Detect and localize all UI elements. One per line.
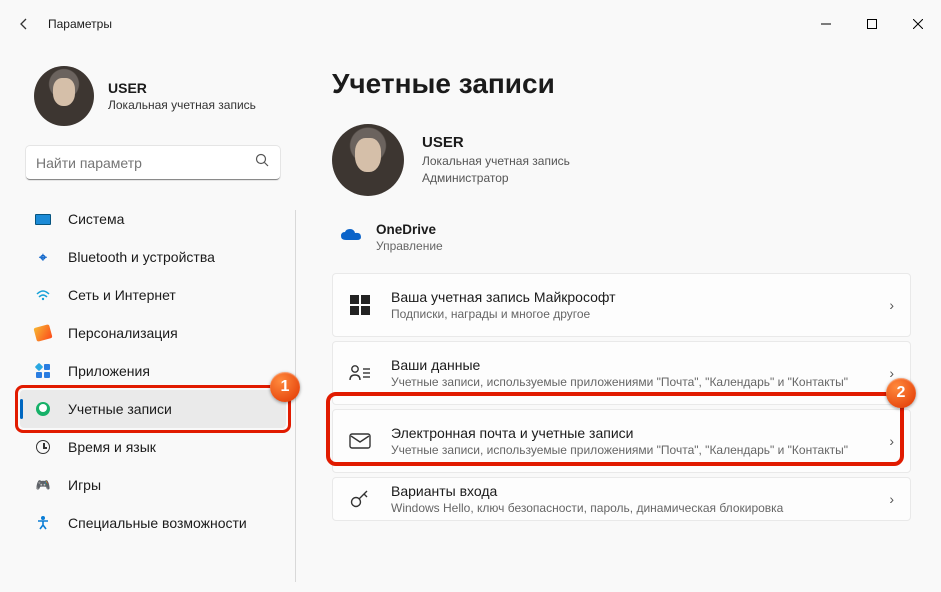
card-your-info[interactable]: Ваши данные Учетные записи, используемые… (332, 341, 911, 405)
back-button[interactable] (0, 17, 48, 31)
search-input[interactable] (26, 146, 280, 180)
avatar (34, 66, 94, 126)
main-content: Учетные записи USER Локальная учетная за… (300, 48, 941, 592)
card-subtitle: Windows Hello, ключ безопасности, пароль… (391, 501, 871, 515)
sidebar-item-gaming[interactable]: 🎮 Игры (20, 466, 286, 504)
onedrive-icon (340, 228, 360, 247)
sidebar-item-label: Специальные возможности (68, 515, 247, 531)
search-icon (255, 153, 270, 173)
system-icon (34, 214, 52, 225)
window-title: Параметры (48, 17, 112, 31)
page-title: Учетные записи (332, 68, 911, 100)
sidebar-item-accessibility[interactable]: Специальные возможности (20, 504, 286, 542)
minimize-button[interactable] (803, 8, 849, 40)
clock-icon (34, 440, 52, 454)
wifi-icon (34, 288, 52, 302)
gamepad-icon: 🎮 (34, 478, 52, 492)
search-box[interactable] (26, 146, 280, 180)
card-subtitle: Учетные записи, используемые приложениям… (391, 375, 871, 389)
onedrive-title: OneDrive (376, 222, 443, 237)
key-icon (347, 488, 373, 510)
annotation-badge-1: 1 (270, 372, 300, 402)
sidebar-item-label: Учетные записи (68, 401, 172, 417)
card-subtitle: Подписки, награды и многое другое (391, 307, 871, 321)
accounts-icon (34, 402, 52, 416)
annotation-badge-2: 2 (886, 378, 916, 408)
profile-name: USER (422, 134, 570, 151)
maximize-button[interactable] (849, 8, 895, 40)
sidebar-item-time[interactable]: Время и язык (20, 428, 286, 466)
profile-subtitle: Локальная учетная запись (108, 98, 256, 112)
sidebar-item-system[interactable]: Система (20, 200, 286, 238)
card-title: Электронная почта и учетные записи (391, 425, 871, 441)
card-microsoft-account[interactable]: Ваша учетная запись Майкрософт Подписки,… (332, 273, 911, 337)
mail-icon (347, 433, 373, 449)
sidebar-item-apps[interactable]: Приложения (20, 352, 286, 390)
sidebar-item-label: Bluetooth и устройства (68, 249, 215, 265)
sidebar-item-bluetooth[interactable]: ⌖ Bluetooth и устройства (20, 238, 286, 276)
card-email-accounts[interactable]: Электронная почта и учетные записи Учетн… (332, 409, 911, 473)
account-profile: USER Локальная учетная записьАдминистрат… (332, 124, 911, 196)
profile-subtitle: Локальная учетная записьАдминистратор (422, 153, 570, 187)
user-profile[interactable]: USER Локальная учетная запись (12, 48, 294, 146)
sidebar-item-label: Время и язык (68, 439, 156, 455)
sidebar-item-label: Сеть и Интернет (68, 287, 176, 303)
chevron-right-icon: › (889, 491, 894, 507)
sidebar-item-label: Игры (68, 477, 101, 493)
sidebar-item-label: Система (68, 211, 124, 227)
windows-icon (347, 295, 373, 315)
chevron-right-icon: › (889, 433, 894, 449)
person-badge-icon (347, 363, 373, 383)
close-button[interactable] (895, 8, 941, 40)
card-title: Варианты входа (391, 483, 871, 499)
card-title: Ваша учетная запись Майкрософт (391, 289, 871, 305)
bluetooth-icon: ⌖ (34, 249, 52, 266)
sidebar: USER Локальная учетная запись Система ⌖ B… (0, 48, 300, 592)
onedrive-row[interactable]: OneDrive Управление (332, 218, 911, 273)
profile-name: USER (108, 80, 256, 96)
accessibility-icon (34, 515, 52, 531)
avatar (332, 124, 404, 196)
chevron-right-icon: › (889, 297, 894, 313)
sidebar-item-network[interactable]: Сеть и Интернет (20, 276, 286, 314)
sidebar-item-accounts[interactable]: Учетные записи 1 (20, 390, 286, 428)
card-title: Ваши данные (391, 357, 871, 373)
card-subtitle: Учетные записи, используемые приложениям… (391, 443, 871, 457)
brush-icon (34, 326, 52, 340)
apps-icon (34, 364, 52, 378)
sidebar-item-personalization[interactable]: Персонализация (20, 314, 286, 352)
sidebar-item-label: Приложения (68, 363, 150, 379)
onedrive-sub: Управление (376, 239, 443, 253)
sidebar-item-label: Персонализация (68, 325, 178, 341)
card-signin-options[interactable]: Варианты входа Windows Hello, ключ безоп… (332, 477, 911, 521)
titlebar: Параметры (0, 0, 941, 48)
